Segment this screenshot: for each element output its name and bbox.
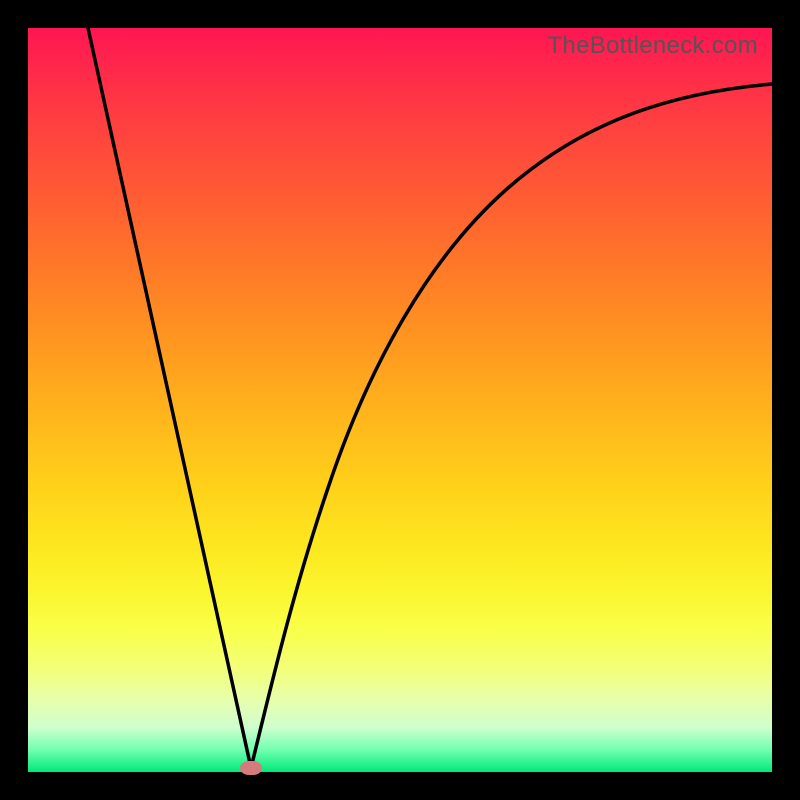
chart-frame: TheBottleneck.com	[0, 0, 800, 800]
curve-right-branch	[251, 84, 772, 768]
min-marker	[240, 761, 262, 775]
bottleneck-curve	[28, 28, 772, 772]
plot-area: TheBottleneck.com	[28, 28, 772, 772]
curve-left-branch	[88, 28, 251, 768]
